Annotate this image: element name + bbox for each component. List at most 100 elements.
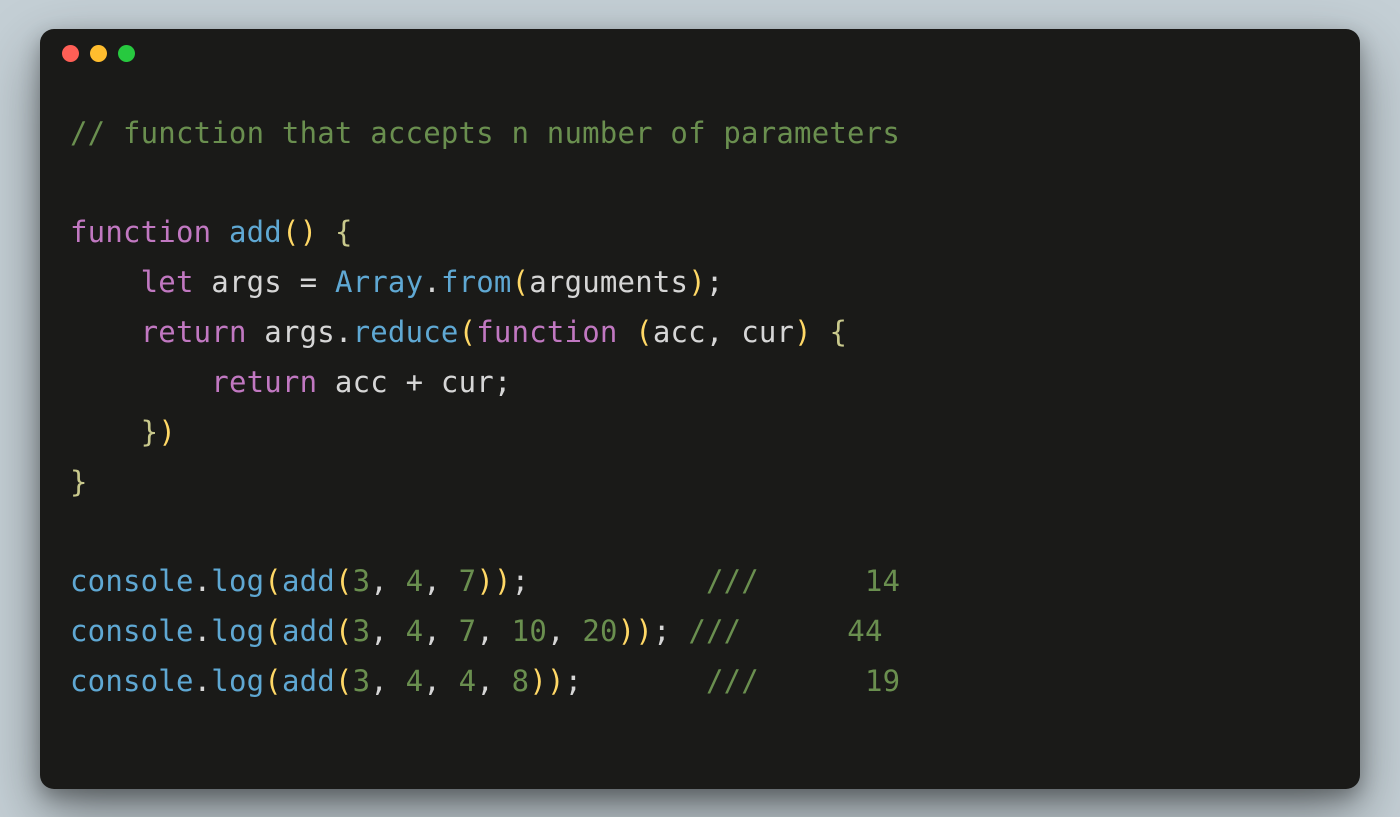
number-literal: 4 (459, 664, 477, 698)
brace-open: { (830, 315, 848, 349)
dot: . (194, 614, 212, 648)
method-from: from (441, 265, 512, 299)
space (388, 664, 406, 698)
paren-open: ( (335, 664, 353, 698)
brace-close: } (70, 465, 88, 499)
space (423, 365, 441, 399)
indent (70, 315, 141, 349)
code-comment-output: /// 44 (688, 614, 882, 648)
paren-open: ( (282, 215, 300, 249)
number-literal: 7 (459, 564, 477, 598)
number-literal: 20 (582, 614, 617, 648)
paren-open: ( (512, 265, 530, 299)
window-titlebar (40, 29, 1360, 79)
number-literal: 4 (406, 564, 424, 598)
number-literal: 8 (512, 664, 530, 698)
call-add: add (282, 614, 335, 648)
minimize-icon[interactable] (90, 45, 107, 62)
paren-open: ( (264, 664, 282, 698)
semicolon: ; (494, 365, 512, 399)
number-literal: 3 (353, 564, 371, 598)
paren-close: ) (476, 564, 494, 598)
number-literal: 7 (459, 614, 477, 648)
space (724, 315, 742, 349)
space (441, 564, 459, 598)
comma: , (476, 664, 494, 698)
identifier-args: args (211, 265, 282, 299)
space (388, 365, 406, 399)
dot: . (423, 265, 441, 299)
operator-plus: + (406, 365, 424, 399)
space (494, 614, 512, 648)
object-console: console (70, 614, 194, 648)
identifier-arguments: arguments (529, 265, 688, 299)
space (247, 315, 265, 349)
call-add: add (282, 564, 335, 598)
dot: . (335, 315, 353, 349)
code-comment: // function that accepts n number of par… (70, 116, 900, 150)
paren-open: ( (264, 564, 282, 598)
paren-close: ) (688, 265, 706, 299)
code-window: // function that accepts n number of par… (40, 29, 1360, 789)
space-pad (582, 664, 688, 698)
paren-open: ( (264, 614, 282, 648)
paren-close: ) (618, 614, 636, 648)
space (317, 265, 335, 299)
close-icon[interactable] (62, 45, 79, 62)
param-cur: cur (741, 315, 794, 349)
space (317, 215, 335, 249)
paren-close: ) (635, 614, 653, 648)
number-literal: 10 (512, 614, 547, 648)
space (211, 215, 229, 249)
space (388, 614, 406, 648)
comma: , (547, 614, 565, 648)
method-log: log (211, 614, 264, 648)
method-log: log (211, 664, 264, 698)
paren-close: ) (300, 215, 318, 249)
dot: . (194, 664, 212, 698)
paren-close: ) (547, 664, 565, 698)
object-console: console (70, 564, 194, 598)
comma: , (370, 614, 388, 648)
semicolon: ; (653, 614, 671, 648)
comma: , (476, 614, 494, 648)
dot: . (194, 564, 212, 598)
space (565, 614, 583, 648)
number-literal: 4 (406, 664, 424, 698)
space-pad (529, 564, 706, 598)
method-log: log (211, 564, 264, 598)
keyword-function: function (70, 215, 211, 249)
function-name-add: add (229, 215, 282, 249)
space (618, 315, 636, 349)
identifier-args: args (264, 315, 335, 349)
comma: , (370, 664, 388, 698)
identifier-cur: cur (441, 365, 494, 399)
space (812, 315, 830, 349)
zoom-icon[interactable] (118, 45, 135, 62)
paren-close: ) (794, 315, 812, 349)
paren-close: ) (494, 564, 512, 598)
paren-open: ( (335, 614, 353, 648)
comma: , (423, 614, 441, 648)
number-literal: 3 (353, 664, 371, 698)
param-acc: acc (653, 315, 706, 349)
indent (70, 415, 141, 449)
comma: , (706, 315, 724, 349)
code-block: // function that accepts n number of par… (40, 79, 1360, 738)
keyword-function: function (476, 315, 617, 349)
space (194, 265, 212, 299)
number-literal: 3 (353, 614, 371, 648)
paren-close: ) (529, 664, 547, 698)
space (388, 564, 406, 598)
keyword-return: return (211, 365, 317, 399)
number-literal: 4 (406, 614, 424, 648)
paren-open: ( (635, 315, 653, 349)
space-pad (671, 614, 689, 648)
code-comment-output: /// 19 (706, 664, 900, 698)
semicolon: ; (512, 564, 530, 598)
comma: , (423, 564, 441, 598)
space (282, 265, 300, 299)
space (317, 365, 335, 399)
semicolon: ; (565, 664, 583, 698)
call-add: add (282, 664, 335, 698)
